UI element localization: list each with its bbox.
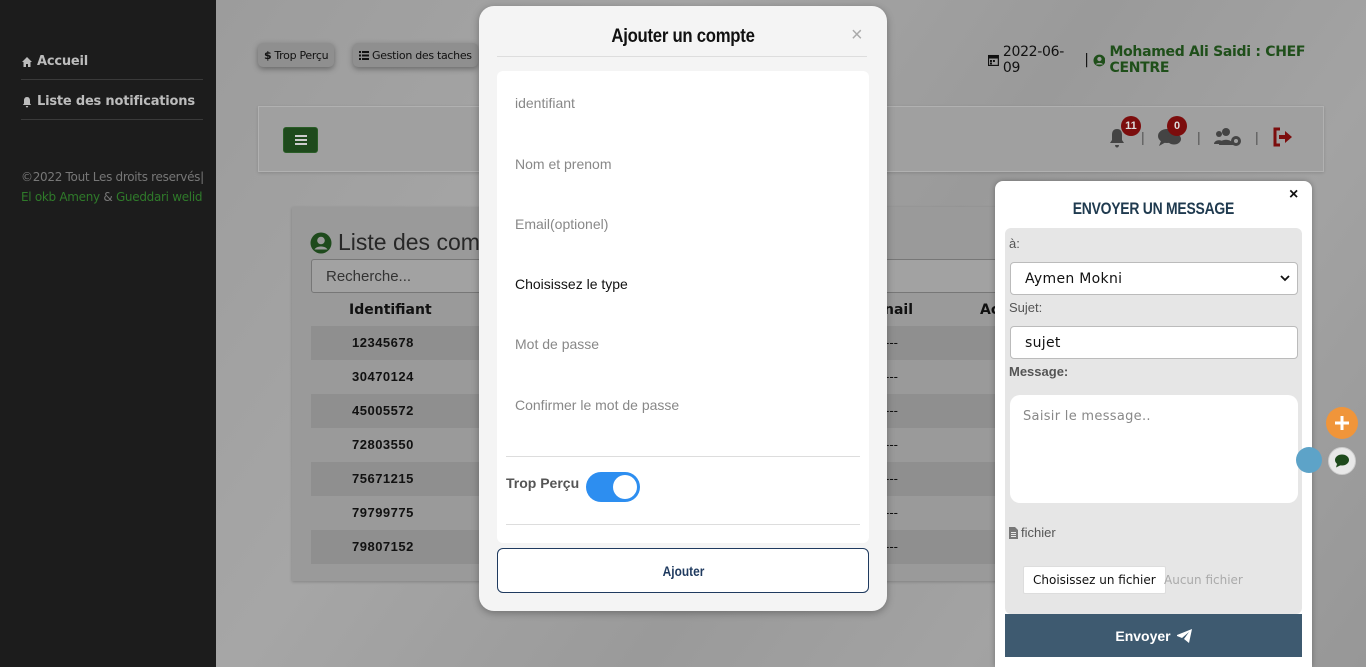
sidebar-item-label: Liste des notifications <box>37 94 195 109</box>
trop-percu-toggle[interactable] <box>586 472 640 502</box>
comment-icon <box>1335 454 1349 468</box>
file-label-text: fichier <box>1021 525 1056 540</box>
cell-identifiant: 72803550 <box>352 437 414 452</box>
messages-button[interactable]: 0 <box>1157 116 1187 149</box>
users-cog-icon <box>1214 128 1241 146</box>
current-date: 2022-06-09 <box>1002 44 1065 76</box>
no-file-text: Aucun fichier <box>1164 573 1243 587</box>
calendar-icon <box>988 54 999 66</box>
subject-input[interactable]: sujet <box>1010 326 1298 359</box>
page-title: Liste des com <box>310 229 480 256</box>
hamburger-icon <box>294 135 307 145</box>
user-circle-icon <box>1093 54 1105 66</box>
users-settings-button[interactable] <box>1213 127 1243 149</box>
bell-icon <box>22 96 32 107</box>
sidebar-item-notifications[interactable]: Liste des notifications <box>21 84 203 120</box>
chip-label: Gestion des taches <box>372 48 472 62</box>
add-account-modal: Ajouter un compte × identifiant Nom et p… <box>479 6 887 611</box>
trop-percu-chip[interactable]: $ Trop Perçu <box>258 43 335 67</box>
list-icon <box>359 50 369 60</box>
nom-prenom-field[interactable]: Nom et prenom <box>515 156 611 172</box>
add-floating-button[interactable] <box>1326 407 1358 439</box>
messages-badge: 0 <box>1167 116 1187 136</box>
notifications-badge: 11 <box>1121 116 1141 136</box>
trop-percu-label: Trop Perçu <box>506 475 580 491</box>
file-label: fichier <box>1009 525 1056 540</box>
email-field[interactable]: Email(optionel) <box>515 216 608 232</box>
menu-toggle-button[interactable] <box>283 127 318 153</box>
sign-out-icon <box>1273 127 1292 147</box>
send-button[interactable]: Envoyer <box>1005 614 1302 657</box>
message-textarea[interactable]: Saisir le message.. <box>1010 395 1298 503</box>
subject-label: Sujet: <box>1009 300 1043 315</box>
column-header-email: nail <box>884 302 914 318</box>
search-placeholder: Recherche... <box>326 267 412 285</box>
panel-title-text: ENVOYER UN MESSAGE <box>1072 199 1235 218</box>
identifiant-field[interactable]: identifiant <box>515 95 575 111</box>
modal-form: identifiant Nom et prenom Email(optionel… <box>497 71 869 543</box>
plus-icon <box>1335 416 1349 430</box>
divider <box>497 56 867 57</box>
modal-title: Ajouter un compte <box>611 26 755 47</box>
user-circle-icon <box>310 232 332 253</box>
chip-label: Trop Perçu <box>274 48 329 62</box>
choose-file-button[interactable]: Choisissez un fichier <box>1023 566 1166 594</box>
author-separator: & <box>103 190 113 204</box>
gestion-taches-chip[interactable]: Gestion des taches <box>353 43 478 67</box>
panel-title: ENVOYER UN MESSAGE <box>995 199 1312 219</box>
message-placeholder: Saisir le message.. <box>1023 409 1151 424</box>
title-text: Liste des com <box>338 229 480 255</box>
separator: | <box>1084 52 1089 68</box>
subject-value: sujet <box>1025 334 1061 351</box>
column-header-identifiant: Identifiant <box>349 302 432 318</box>
floating-circle-button[interactable] <box>1296 447 1322 473</box>
message-label: Message: <box>1009 364 1069 379</box>
close-icon[interactable]: × <box>851 24 863 47</box>
cell-identifiant: 79799775 <box>352 505 414 520</box>
author-link[interactable]: Gueddari welid <box>116 190 203 204</box>
recipient-select[interactable]: Aymen Mokni <box>1010 262 1298 295</box>
copyright: ©2022 Tout Les droits reservés| El okb A… <box>21 167 211 207</box>
cell-identifiant: 75671215 <box>352 471 414 486</box>
separator: | <box>1197 129 1201 145</box>
ajouter-button[interactable]: Ajouter <box>497 548 869 593</box>
button-label: Ajouter <box>662 562 704 579</box>
chat-floating-button[interactable] <box>1328 447 1356 475</box>
type-select[interactable]: Choisissez le type <box>515 276 628 292</box>
close-icon[interactable]: × <box>1289 186 1298 204</box>
divider <box>506 456 860 457</box>
cell-identifiant: 79807152 <box>352 539 414 554</box>
toggle-knob <box>613 475 637 499</box>
notifications-button[interactable]: 11 <box>1107 116 1141 149</box>
logout-button[interactable] <box>1272 127 1298 149</box>
separator: | <box>1141 129 1145 145</box>
author-link[interactable]: El okb Ameny <box>21 190 100 204</box>
user-info: 2022-06-09 | Mohamed Ali Saidi : CHEF CE… <box>988 44 1366 76</box>
separator: | <box>1255 129 1259 145</box>
sidebar-item-label: Accueil <box>37 54 89 69</box>
cell-identifiant: 45005572 <box>352 403 414 418</box>
password-field[interactable]: Mot de passe <box>515 336 599 352</box>
recipient-label: à: <box>1009 236 1020 251</box>
cell-identifiant: 12345678 <box>352 335 414 350</box>
file-icon <box>1009 526 1018 539</box>
paper-plane-icon <box>1176 628 1192 643</box>
chevron-down-icon <box>1280 275 1290 282</box>
send-message-panel: ENVOYER UN MESSAGE × à: Aymen Mokni Suje… <box>995 181 1312 667</box>
sidebar-item-accueil[interactable]: Accueil <box>21 44 203 80</box>
recipient-value: Aymen Mokni <box>1025 270 1123 287</box>
sidebar: Accueil Liste des notifications ©2022 To… <box>0 0 216 667</box>
home-icon <box>22 56 32 67</box>
send-label: Envoyer <box>1115 627 1171 644</box>
copyright-text: ©2022 Tout Les droits reservés| <box>21 170 204 184</box>
divider <box>506 524 860 525</box>
dollar-icon: $ <box>264 48 272 62</box>
cell-identifiant: 30470124 <box>352 369 414 384</box>
message-form: à: Aymen Mokni Sujet: sujet Message: Sai… <box>1005 228 1302 614</box>
confirm-password-field[interactable]: Confirmer le mot de passe <box>515 397 679 413</box>
user-name[interactable]: Mohamed Ali Saidi : CHEF CENTRE <box>1109 44 1366 76</box>
